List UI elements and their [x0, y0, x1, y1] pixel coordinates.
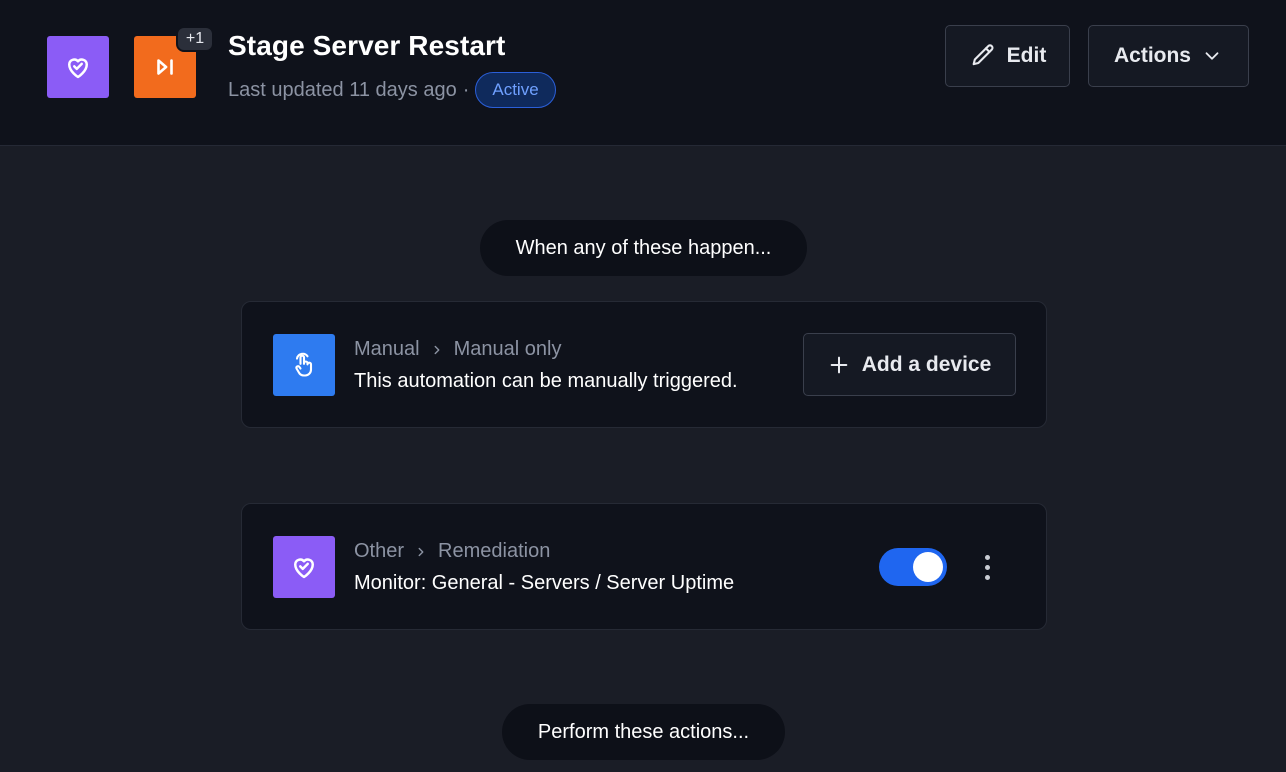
last-updated-text: Last updated 11 days ago: [228, 78, 457, 101]
trigger-subcategory: Manual only: [453, 338, 562, 360]
actions-dropdown-button[interactable]: Actions: [1088, 25, 1249, 87]
perform-section-label: Perform these actions...: [502, 704, 785, 760]
monitor-card: Other Remediation Monitor: General - Ser…: [241, 503, 1047, 630]
toggle-knob: [913, 552, 943, 582]
trigger-breadcrumb: Manual Manual only: [354, 338, 561, 361]
touch-icon: [273, 334, 335, 396]
page-title: Stage Server Restart: [228, 30, 506, 61]
trigger-category: Manual: [354, 338, 420, 360]
chevron-right-icon: [418, 547, 424, 556]
plus-icon: [830, 356, 848, 373]
monitor-description: Monitor: General - Servers / Server Upti…: [354, 572, 735, 594]
more-apps-badge[interactable]: +1: [176, 26, 214, 52]
trigger-card: Manual Manual only This automation can b…: [241, 301, 1047, 428]
add-device-label: Add a device: [861, 352, 992, 376]
monitor-subcategory: Remediation: [438, 540, 551, 562]
when-section-label: When any of these happen...: [480, 220, 807, 276]
enabled-toggle[interactable]: [879, 548, 947, 586]
chevron-right-icon: [434, 345, 440, 354]
edit-button[interactable]: Edit: [945, 25, 1070, 87]
chevron-down-icon: [1205, 52, 1219, 60]
trigger-description: This automation can be manually triggere…: [354, 370, 738, 392]
edit-button-label: Edit: [1006, 44, 1047, 67]
monitor-category: Other: [354, 540, 405, 562]
monitor-breadcrumb: Other Remediation: [354, 540, 550, 563]
actions-button-label: Actions: [1113, 44, 1191, 67]
heart-check-app-icon[interactable]: [47, 36, 109, 98]
page-header: +1 Stage Server Restart Last updated 11 …: [0, 0, 1286, 146]
meta-separator: ·: [462, 78, 470, 101]
page-meta: Last updated 11 days ago · Active: [228, 72, 556, 108]
add-device-button[interactable]: Add a device: [803, 333, 1016, 396]
pencil-icon: [972, 44, 994, 66]
more-options-icon[interactable]: [975, 550, 999, 584]
status-badge: Active: [475, 72, 556, 108]
heart-check-icon: [273, 536, 335, 598]
